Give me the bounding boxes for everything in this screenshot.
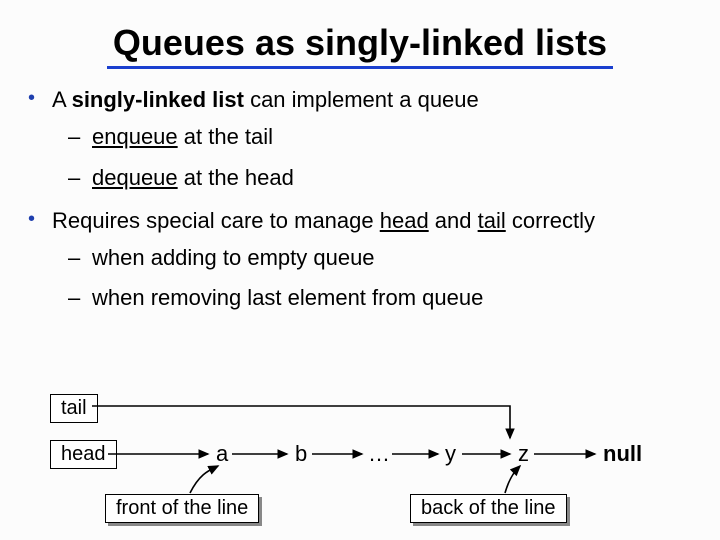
text: at the tail	[178, 124, 273, 149]
slide-title: Queues as singly-linked lists	[107, 22, 613, 69]
bullet-1b: dequeue at the head	[58, 163, 720, 194]
text-bold: singly-linked list	[72, 87, 244, 112]
linked-list-diagram: tail head a b … y z null front of the li…	[50, 398, 670, 538]
arrows-svg	[50, 398, 670, 538]
text-ul: enqueue	[92, 124, 178, 149]
text: correctly	[506, 208, 595, 233]
bullet-list: A singly-linked list can implement a que…	[22, 83, 720, 314]
text: when removing last element from queue	[92, 285, 483, 310]
bullet-2b: when removing last element from queue	[58, 283, 720, 314]
text-ul: dequeue	[92, 165, 178, 190]
text: can implement a queue	[244, 87, 479, 112]
text-ul: head	[380, 208, 429, 233]
text: when adding to empty queue	[92, 245, 375, 270]
text: Requires special care to manage	[52, 208, 380, 233]
text: and	[429, 208, 478, 233]
text: at the head	[178, 165, 294, 190]
bullet-2a: when adding to empty queue	[58, 243, 720, 274]
bullet-1a: enqueue at the tail	[58, 122, 720, 153]
bullet-1: A singly-linked list can implement a que…	[22, 83, 720, 194]
bullet-2: Requires special care to manage head and…	[22, 204, 720, 315]
text-ul: tail	[478, 208, 506, 233]
text: A	[52, 87, 72, 112]
